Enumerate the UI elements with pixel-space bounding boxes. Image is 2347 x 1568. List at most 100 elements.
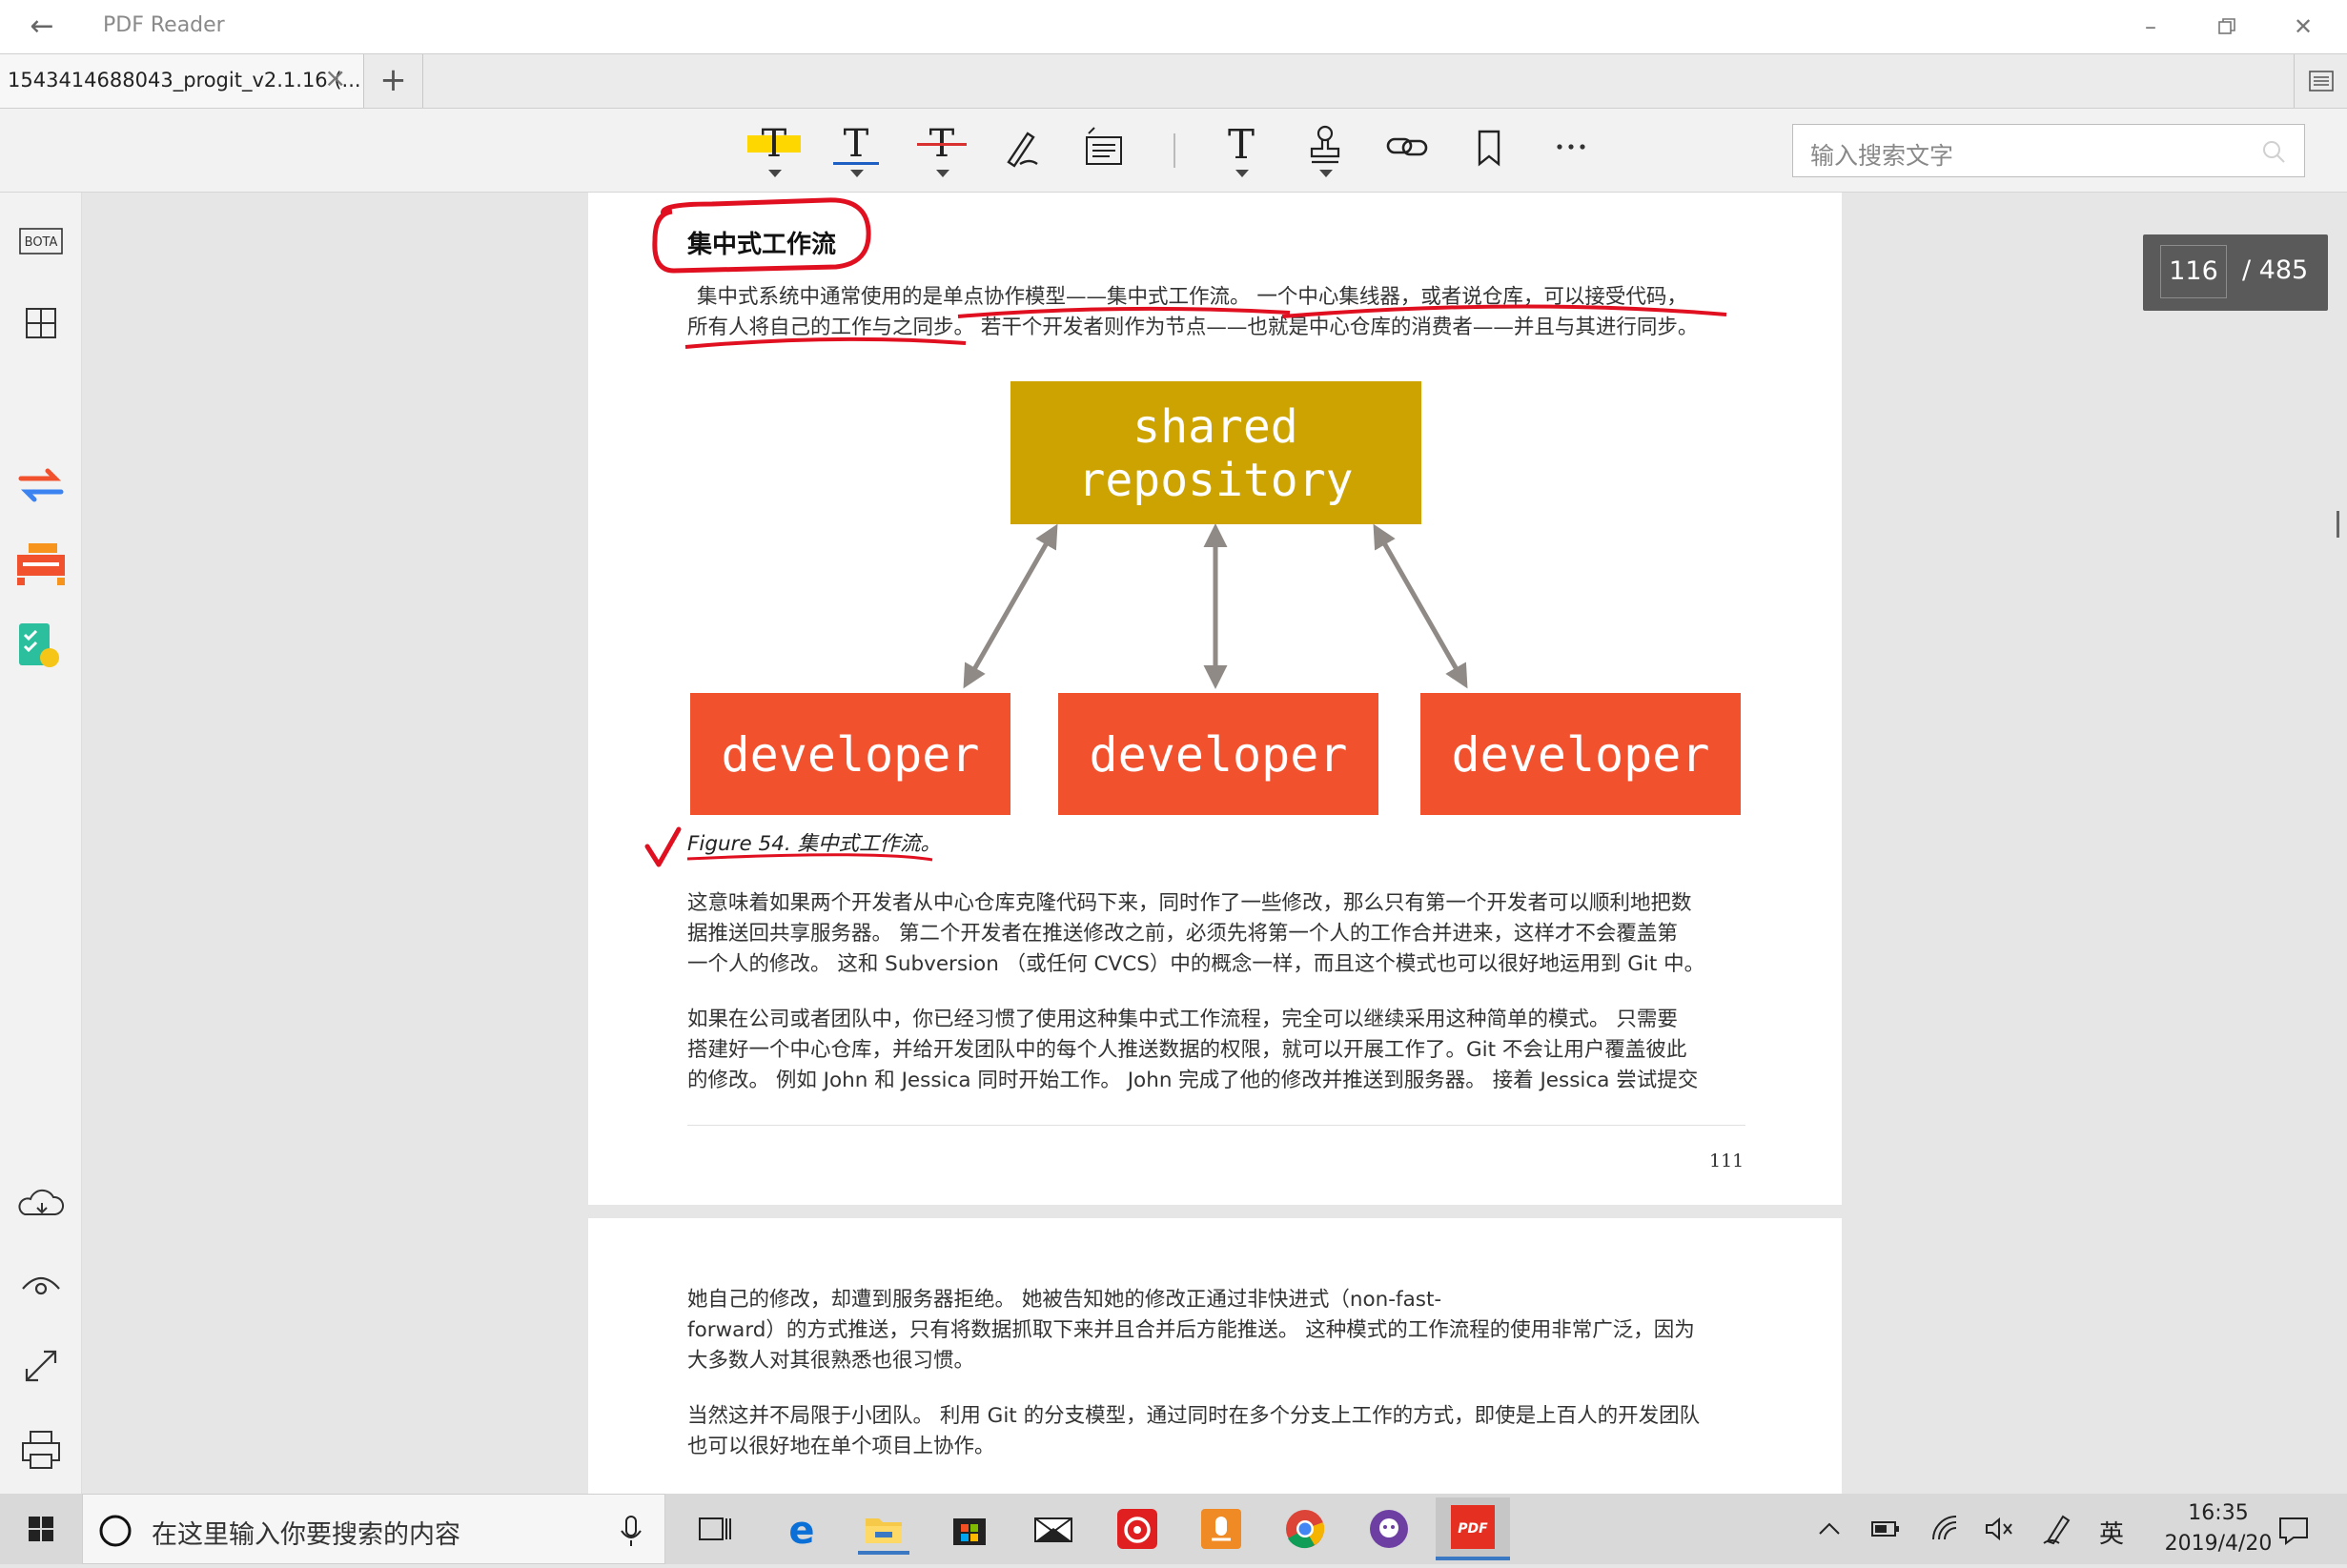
developer-label: developer [722,727,980,783]
diagram-arrow [963,523,1058,689]
task-view-icon[interactable] [688,1503,740,1555]
fax-printer-icon[interactable] [11,538,71,591]
store-icon[interactable] [944,1503,995,1555]
tab-bar: 1543414688043_progit_v2.1.16 (... × + [0,53,2347,109]
minimize-button[interactable]: – [2112,4,2189,50]
more-options-icon[interactable] [1542,120,1600,177]
netease-music-icon[interactable] [1112,1503,1163,1555]
page-counter: 116 / 485 [2143,234,2328,311]
app-title: PDF Reader [103,13,225,37]
left-sidebar: BOTA [0,193,82,1494]
pdf-reader-taskbar-icon[interactable]: PDF [1436,1497,1510,1560]
paragraph-line: 的修改。 例如 John 和 Jessica 同时开始工作。 John 完成了他… [687,1069,1699,1092]
chevron-down-icon[interactable] [1319,170,1333,177]
figure-caption: Figure 54. 集中式工作流。 [687,832,942,856]
task-checklist-icon[interactable] [11,618,71,671]
paragraph-line: 一个人的修改。 这和 Subversion （或任何 CVCS）中的概念一样，而… [687,952,1705,976]
highlight-text-tool[interactable]: T [745,120,803,177]
wifi-icon[interactable] [1929,1513,1962,1545]
github-icon[interactable] [1363,1503,1415,1555]
bookmark-icon[interactable] [1460,120,1518,177]
paragraph-line: 也可以很好地在单个项目上协作。 [687,1435,995,1458]
svg-text:T: T [1228,121,1255,168]
new-tab-button[interactable]: + [364,54,423,108]
paragraph-line: 如果在公司或者团队中，你已经习惯了使用这种集中式工作流程，完全可以继续采用这种简… [687,1008,1678,1031]
repo-label-line1: shared [1133,400,1297,454]
current-page-input[interactable]: 116 [2160,245,2227,298]
taskbar-search-box[interactable]: 在这里输入你要搜索的内容 [82,1494,665,1564]
add-text-tool[interactable]: T [1213,120,1270,177]
pdf-label: PDF [1458,1521,1488,1537]
print-icon[interactable] [11,1422,71,1476]
text-note-icon[interactable] [1075,120,1133,177]
chevron-down-icon[interactable] [768,170,782,177]
thumbnail-grid-icon[interactable] [11,297,71,351]
close-tab-icon[interactable]: × [324,62,346,93]
pdf-page: 她自己的修改，却遭到服务器拒绝。 她被告知她的修改正通过非快进式（non-fas… [588,1218,1842,1495]
orange-app-icon[interactable] [1195,1503,1247,1555]
chevron-down-icon[interactable] [936,170,949,177]
total-pages: / 485 [2242,255,2309,285]
mail-icon[interactable] [1028,1503,1079,1555]
convert-icon[interactable] [11,458,71,511]
restore-button[interactable] [2189,4,2265,50]
chevron-up-icon[interactable] [1815,1517,1844,1541]
diagram-arrow [1373,523,1468,689]
tab-title: 1543414688043_progit_v2.1.16 (... [8,69,361,92]
page-number: 111 [1709,1151,1745,1171]
svg-text:T: T [762,122,787,166]
chevron-down-icon[interactable] [850,170,864,177]
cloud-sync-icon[interactable] [11,1178,71,1232]
file-explorer-icon[interactable] [858,1503,909,1555]
underline-text-tool[interactable]: T [827,120,885,177]
paragraph-line: 她自己的修改，却遭到服务器拒绝。 她被告知她的修改正通过非快进式（non-fas… [687,1288,1442,1312]
link-icon[interactable] [1378,120,1436,177]
pen-workspace-icon[interactable] [2040,1511,2074,1547]
read-mode-eye-icon[interactable] [11,1258,71,1312]
chevron-down-icon[interactable] [1235,170,1249,177]
volume-muted-icon[interactable] [1983,1513,2015,1545]
edge-browser-icon[interactable]: e [776,1503,827,1555]
paragraph-line: 这意味着如果两个开发者从中心仓库克隆代码下来，同时作了一些修改，那么只有第一个开… [687,891,1692,915]
document-tab[interactable]: 1543414688043_progit_v2.1.16 (... × [0,54,364,108]
chrome-icon[interactable] [1279,1503,1331,1555]
clock-date[interactable]: 2019/4/20 [2141,1532,2296,1556]
input-method-indicator[interactable]: 英 [2099,1515,2124,1550]
search-icon[interactable] [2260,138,2287,169]
paragraph-line: 当然这并不局限于小团队。 利用 Git 的分支模型，通过同时在多个分支上工作的方… [687,1404,1701,1428]
svg-text:T: T [844,122,869,166]
search-input[interactable]: 输入搜索文字 [1792,124,2305,177]
back-arrow-icon[interactable]: ← [21,8,63,46]
repo-label-line2: repository [1078,454,1354,507]
cortana-circle-icon [99,1515,132,1547]
tab-list-menu-icon[interactable] [2294,54,2347,108]
pdf-page: 集中式工作流 集中式系统中通常使用的是单点协作模型——集中式工作流。 一个中心集… [588,193,1842,1205]
clock-time[interactable]: 16:35 [2166,1501,2271,1525]
annotation-toolbar: T T T T 输入搜索文字 [0,109,2347,193]
title-bar: ← PDF Reader – ✕ [0,0,2347,53]
bota-label: BOTA [25,235,58,250]
search-placeholder: 输入搜索文字 [1810,142,1954,170]
fullscreen-expand-icon[interactable] [11,1340,71,1394]
strikethrough-text-tool[interactable]: T [913,120,970,177]
action-center-icon[interactable] [2275,1513,2313,1547]
taskbar-search-placeholder: 在这里输入你要搜索的内容 [152,1520,460,1550]
windows-start-icon[interactable] [0,1494,82,1564]
paragraph-line: 据推送回共享服务器。 第二个开发者在推送修改之前，必须先将第一个人的工作合并进来… [687,922,1678,946]
scrollbar-thumb[interactable] [2337,511,2339,538]
windows-taskbar: 在这里输入你要搜索的内容 e PDF 英 16:35 2019/4/20 [0,1494,2347,1564]
workflow-diagram: shared repository developer developer de… [690,381,1741,815]
close-window-button[interactable]: ✕ [2265,4,2341,50]
paragraph-line: 搭建好一个中心仓库，并给开发团队中的每个人推送数据的权限，就可以开展工作了。Gi… [687,1038,1687,1062]
toolbar-divider [1174,133,1175,168]
bota-panel-button[interactable]: BOTA [11,215,71,269]
svg-text:e: e [788,1509,814,1553]
battery-icon[interactable] [1870,1515,1901,1543]
developer-label: developer [1090,727,1348,783]
stamp-icon[interactable] [1296,120,1354,177]
developer-label: developer [1452,727,1710,783]
paragraph-line: forward）的方式推送，只有将数据抓取下来并且合并后方能推送。 这种模式的工… [687,1318,1695,1342]
pen-draw-icon[interactable] [995,120,1052,177]
microphone-icon[interactable] [617,1514,645,1548]
paragraph-line: 大多数人对其很熟悉也很习惯。 [687,1349,975,1373]
